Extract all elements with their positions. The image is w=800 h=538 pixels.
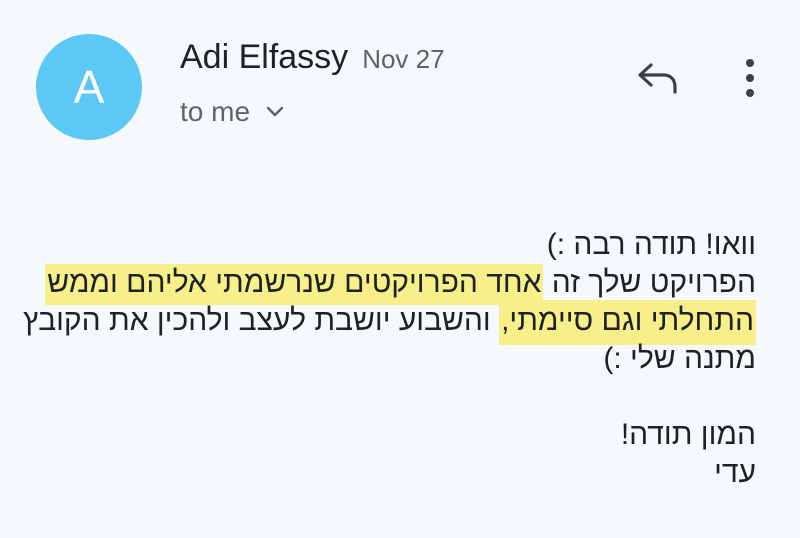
highlighted-text: התחלתי וגם סיימתי, <box>499 300 756 345</box>
email-body: וואו! תודה רבה :) הפרויקט שלך זה אחד הפר… <box>23 226 756 492</box>
message-date: Nov 27 <box>362 44 445 74</box>
body-text: הפרויקט שלך זה <box>543 266 756 299</box>
more-vert-icon <box>744 58 756 103</box>
reply-button[interactable] <box>633 57 683 103</box>
sender-avatar[interactable]: A <box>36 34 142 140</box>
body-line: הפרויקט שלך זה אחד הפרויקטים שנרשמתי אלי… <box>26 264 756 305</box>
body-line: התחלתי וגם סיימתי, והשבוע יושבת לעצב ולה… <box>23 300 756 345</box>
sender-name[interactable]: Adi Elfassy <box>180 38 348 77</box>
sender-header: Adi Elfassy Nov 27 <box>180 38 445 77</box>
body-text: המון תודה! <box>620 418 756 451</box>
reply-icon <box>636 60 680 101</box>
recipient-label: to me <box>180 96 251 127</box>
body-text: מתנה שלי :) <box>603 342 756 375</box>
body-text: והשבוע יושבת לעצב ולהכין את הקובץ <box>23 304 500 337</box>
recipient-details-toggle[interactable]: to me <box>180 96 286 128</box>
body-text: וואו! תודה רבה :) <box>546 228 756 261</box>
highlighted-text: אחד הפרויקטים שנרשמתי אליהם וממש <box>45 264 544 305</box>
body-line: המון תודה! <box>26 416 756 454</box>
body-line: מתנה שלי :) <box>26 340 756 378</box>
chevron-down-icon <box>264 101 286 123</box>
more-options-button[interactable] <box>732 55 768 105</box>
signature: עדי <box>714 456 756 489</box>
avatar-letter: A <box>73 61 105 113</box>
body-line: וואו! תודה רבה :) <box>26 226 756 264</box>
signature-line: עדי <box>26 454 756 492</box>
